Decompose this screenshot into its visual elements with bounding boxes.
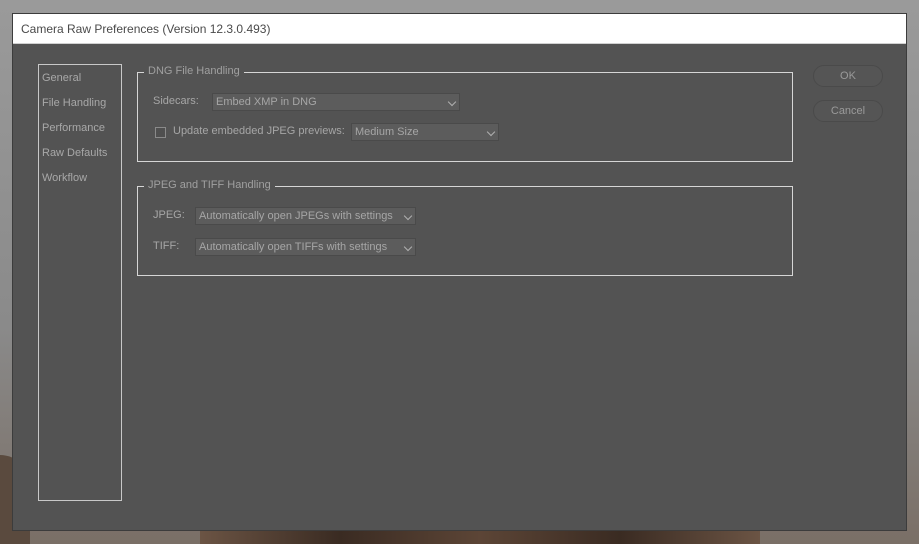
sidecars-label: Sidecars: xyxy=(153,95,199,107)
jpeg-handling-value: Automatically open JPEGs with settings xyxy=(199,210,393,222)
jpeg-handling-select[interactable]: Automatically open JPEGs with settings xyxy=(195,207,416,225)
tiff-handling-select[interactable]: Automatically open TIFFs with settings xyxy=(195,238,416,256)
sidecars-select[interactable]: Embed XMP in DNG xyxy=(212,93,460,111)
dng-group-title: DNG File Handling xyxy=(144,65,244,77)
dng-file-handling-group: DNG File Handling Sidecars: Embed XMP in… xyxy=(137,65,793,162)
window-title: Camera Raw Preferences (Version 12.3.0.4… xyxy=(21,22,271,36)
tiff-handling-value: Automatically open TIFFs with settings xyxy=(199,241,388,253)
jpeg-tiff-handling-group: JPEG and TIFF Handling JPEG: Automatical… xyxy=(137,179,793,276)
title-bar[interactable]: Camera Raw Preferences (Version 12.3.0.4… xyxy=(13,14,906,44)
sidebar-item-raw-defaults[interactable]: Raw Defaults xyxy=(42,147,107,159)
preview-size-value: Medium Size xyxy=(355,126,419,138)
sidebar-item-file-handling[interactable]: File Handling xyxy=(42,97,106,109)
update-jpeg-label: Update embedded JPEG previews: xyxy=(173,125,345,137)
update-jpeg-checkbox[interactable] xyxy=(155,127,166,138)
background-photo-hair xyxy=(200,531,760,544)
sidebar-item-performance[interactable]: Performance xyxy=(42,122,105,134)
chevron-down-icon xyxy=(447,97,457,107)
tiff-label: TIFF: xyxy=(153,240,180,252)
ok-button[interactable]: OK xyxy=(813,65,883,87)
preview-size-select[interactable]: Medium Size xyxy=(351,123,499,141)
chevron-down-icon xyxy=(403,242,413,252)
chevron-down-icon xyxy=(403,211,413,221)
sidecars-select-value: Embed XMP in DNG xyxy=(216,96,317,108)
jpeg-tiff-group-title: JPEG and TIFF Handling xyxy=(144,179,275,191)
chevron-down-icon xyxy=(486,127,496,137)
sidebar-item-general[interactable]: General xyxy=(42,72,81,84)
jpeg-label: JPEG: xyxy=(153,209,185,221)
preferences-sidebar: General File Handling Performance Raw De… xyxy=(38,64,122,501)
cancel-button[interactable]: Cancel xyxy=(813,100,883,122)
sidebar-item-workflow[interactable]: Workflow xyxy=(42,172,87,184)
preferences-dialog: Camera Raw Preferences (Version 12.3.0.4… xyxy=(12,13,907,531)
